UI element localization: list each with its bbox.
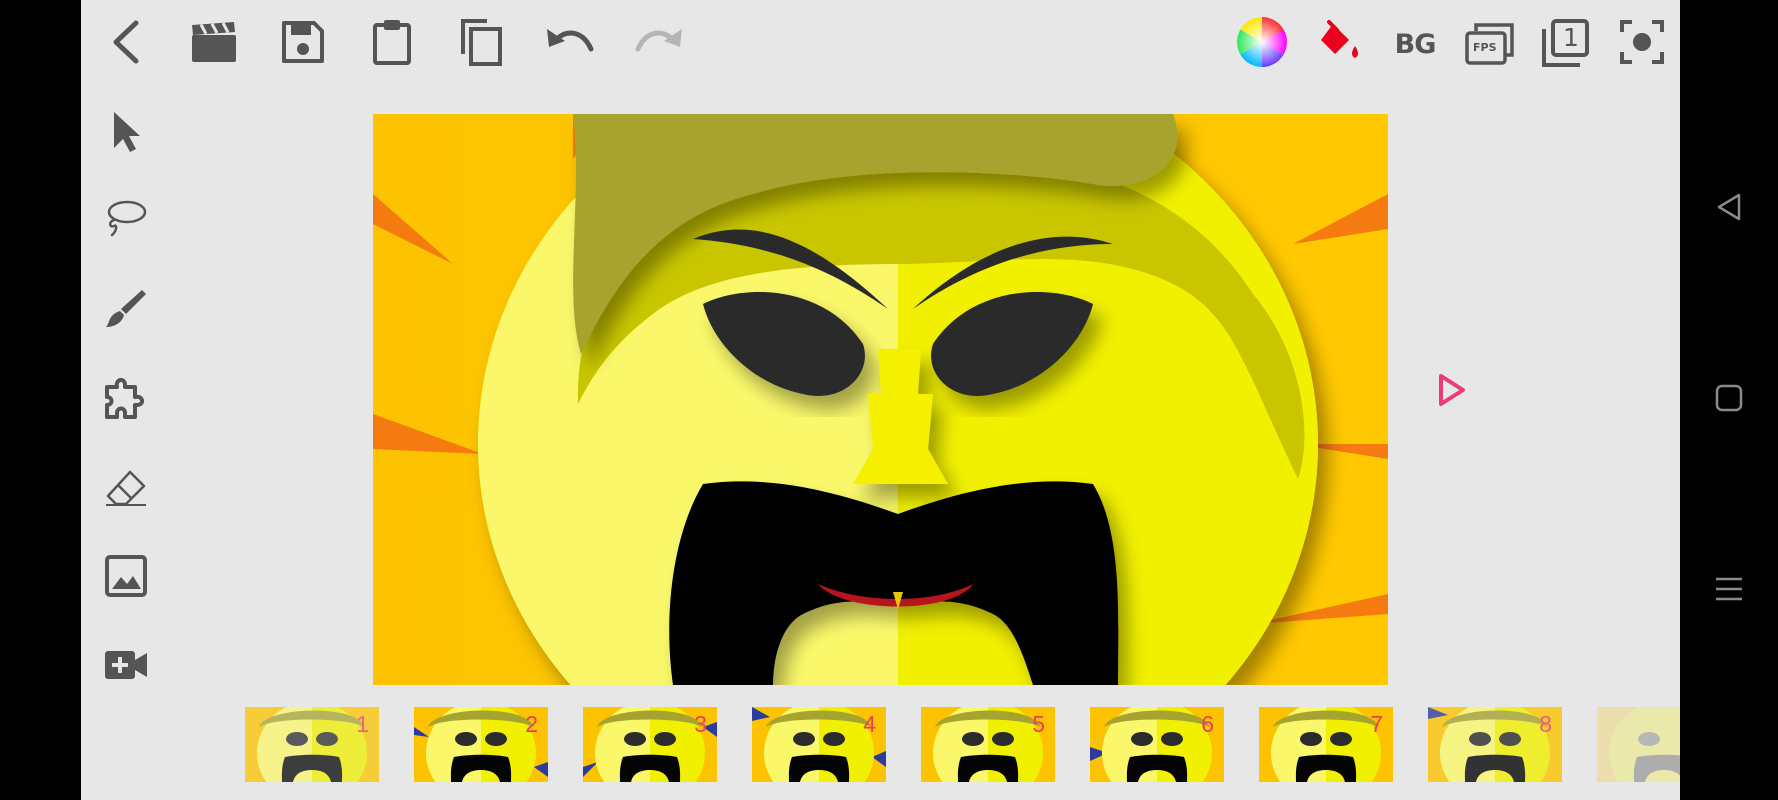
nav-menu-button[interactable] xyxy=(1704,566,1754,616)
copy-button[interactable] xyxy=(451,14,511,74)
image-tool[interactable] xyxy=(96,548,156,608)
nav-back-button[interactable] xyxy=(1704,184,1754,234)
redo-button[interactable] xyxy=(629,14,689,74)
animation-app: BG FPS 1 1 2 3 4 5 6 7 8 xyxy=(81,0,1680,800)
redo-icon xyxy=(634,25,684,64)
frame-thumbnail[interactable]: 4 xyxy=(752,707,886,782)
play-button[interactable] xyxy=(1427,367,1477,417)
select-arrow-icon xyxy=(110,110,142,159)
lasso-icon xyxy=(104,198,148,243)
select-tool[interactable] xyxy=(96,104,156,164)
drawing-canvas[interactable] xyxy=(373,114,1388,685)
play-icon xyxy=(1437,373,1467,412)
nav-back-icon xyxy=(1715,192,1743,227)
add-video-tool[interactable] xyxy=(96,637,156,697)
nav-home-button[interactable] xyxy=(1704,375,1754,425)
back-button[interactable] xyxy=(95,14,155,74)
screenshot-icon xyxy=(1620,19,1664,69)
fps-button[interactable]: FPS xyxy=(1460,14,1520,74)
layer-button[interactable]: 1 xyxy=(1535,14,1595,74)
eraser-tool[interactable] xyxy=(96,460,156,520)
undo-icon xyxy=(545,25,595,64)
paint-bucket-icon xyxy=(1317,19,1361,69)
clipboard-icon xyxy=(372,19,412,70)
frame-thumbnail[interactable]: 7 xyxy=(1259,707,1393,782)
frame-strip[interactable]: 1 2 3 4 5 6 7 8 xyxy=(81,700,1680,800)
image-icon xyxy=(105,554,147,602)
background-button[interactable]: BG xyxy=(1385,14,1445,74)
frame-thumbnail[interactable]: 6 xyxy=(1090,707,1224,782)
background-icon: BG xyxy=(1394,28,1437,60)
frame-thumbnail[interactable]: 3 xyxy=(583,707,717,782)
fill-button[interactable] xyxy=(1309,14,1369,74)
frame-preview xyxy=(1597,707,1680,782)
system-navigation-bar xyxy=(1680,0,1778,800)
color-picker-button[interactable] xyxy=(1232,14,1292,74)
color-wheel-icon xyxy=(1236,16,1288,73)
movie-button[interactable] xyxy=(184,14,244,74)
frame-thumbnail[interactable]: 5 xyxy=(921,707,1055,782)
plugin-tool[interactable] xyxy=(96,370,156,430)
canvas-artwork xyxy=(373,114,1388,685)
back-icon xyxy=(108,19,142,70)
brush-tool[interactable] xyxy=(96,281,156,341)
layer-icon: 1 xyxy=(1540,19,1590,69)
frame-thumbnail[interactable]: 1 xyxy=(245,707,379,782)
screenshot-button[interactable] xyxy=(1612,14,1672,74)
paste-button[interactable] xyxy=(362,14,422,74)
frame-thumbnail[interactable]: 8 xyxy=(1428,707,1562,782)
puzzle-icon xyxy=(103,375,149,426)
nav-menu-icon xyxy=(1714,574,1744,609)
nav-home-icon xyxy=(1714,383,1744,418)
frame-thumbnail[interactable]: 2 xyxy=(414,707,548,782)
undo-button[interactable] xyxy=(540,14,600,74)
brush-icon xyxy=(104,287,148,336)
frame-thumbnail[interactable] xyxy=(1597,707,1680,782)
save-button[interactable] xyxy=(273,14,333,74)
eraser-icon xyxy=(104,469,148,512)
movie-clapper-icon xyxy=(191,21,237,68)
copy-icon xyxy=(459,18,503,71)
lasso-tool[interactable] xyxy=(96,190,156,250)
add-video-icon xyxy=(104,650,148,685)
save-icon xyxy=(282,20,324,68)
fps-icon: FPS xyxy=(1464,21,1516,67)
